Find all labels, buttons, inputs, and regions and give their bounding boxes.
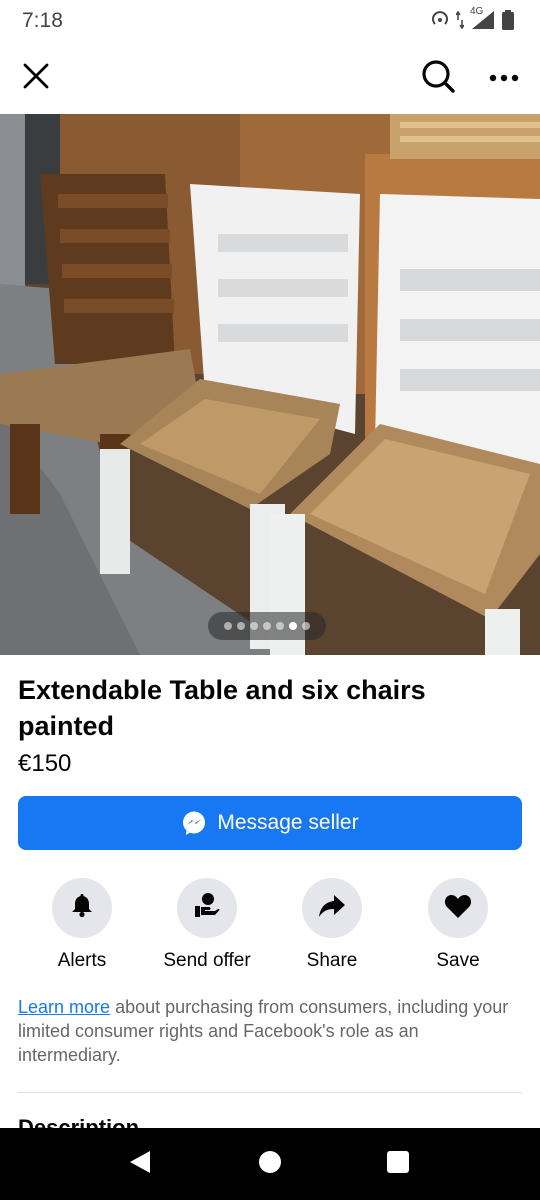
back-icon — [128, 1149, 152, 1180]
divider — [18, 1092, 522, 1093]
battery-icon — [502, 10, 514, 30]
photo-dot[interactable] — [263, 622, 271, 630]
back-button[interactable] — [122, 1146, 158, 1182]
recents-icon — [386, 1150, 410, 1179]
status-bar: 7:18 4G — [0, 0, 540, 42]
status-time: 7:18 — [22, 9, 63, 32]
action-row: Alerts Send offer Share Save — [0, 878, 540, 978]
message-seller-button[interactable]: Message seller — [18, 796, 522, 850]
share-label: Share — [306, 950, 358, 971]
alerts-icon-circle[interactable] — [52, 878, 112, 938]
photo-dot[interactable] — [302, 622, 310, 630]
heart-icon — [444, 893, 472, 924]
photo-pagination-dots[interactable] — [208, 612, 326, 640]
share-icon-circle[interactable] — [302, 878, 362, 938]
send-offer-icon-circle[interactable] — [177, 878, 237, 938]
more-options-icon — [489, 69, 519, 87]
status-icons: 4G — [430, 6, 514, 31]
recents-button[interactable] — [380, 1146, 416, 1182]
learn-more-link[interactable]: Learn more — [18, 997, 110, 1017]
consumer-rights-disclaimer: Learn more about purchasing from consume… — [18, 995, 522, 1067]
close-icon — [22, 62, 50, 95]
alerts-label: Alerts — [57, 950, 107, 971]
share-button[interactable]: Share — [272, 878, 392, 972]
save-button[interactable]: Save — [398, 878, 518, 972]
save-icon-circle[interactable] — [428, 878, 488, 938]
bell-icon — [69, 893, 95, 924]
network-type-label: 4G — [470, 6, 484, 17]
data-arrows-icon — [456, 11, 464, 29]
more-options-button[interactable] — [480, 54, 528, 102]
photo-dot[interactable] — [276, 622, 284, 630]
listing-title: Extendable Table and six chairs painted — [18, 675, 426, 741]
top-bar — [0, 42, 540, 114]
send-offer-label: Send offer — [163, 950, 251, 971]
alerts-button[interactable]: Alerts — [22, 878, 142, 972]
share-icon — [318, 893, 346, 924]
photo-dot-active[interactable] — [289, 622, 297, 630]
photo-dot[interactable] — [250, 622, 258, 630]
home-button[interactable] — [252, 1146, 288, 1182]
messenger-icon — [181, 810, 207, 836]
search-button[interactable] — [414, 54, 462, 102]
photo-dot[interactable] — [224, 622, 232, 630]
signal-icon: 4G — [470, 6, 496, 30]
hotspot-icon — [430, 11, 450, 29]
close-button[interactable] — [12, 54, 60, 102]
save-label: Save — [436, 950, 480, 971]
listing-price: €150 — [18, 750, 72, 777]
system-nav-bar — [0, 1128, 540, 1200]
message-seller-label: Message seller — [217, 811, 359, 834]
home-icon — [258, 1150, 282, 1179]
photo-dot[interactable] — [237, 622, 245, 630]
send-offer-icon — [193, 892, 221, 925]
search-icon — [420, 58, 456, 99]
listing-photo[interactable] — [0, 114, 540, 655]
send-offer-button[interactable]: Send offer — [147, 878, 267, 972]
